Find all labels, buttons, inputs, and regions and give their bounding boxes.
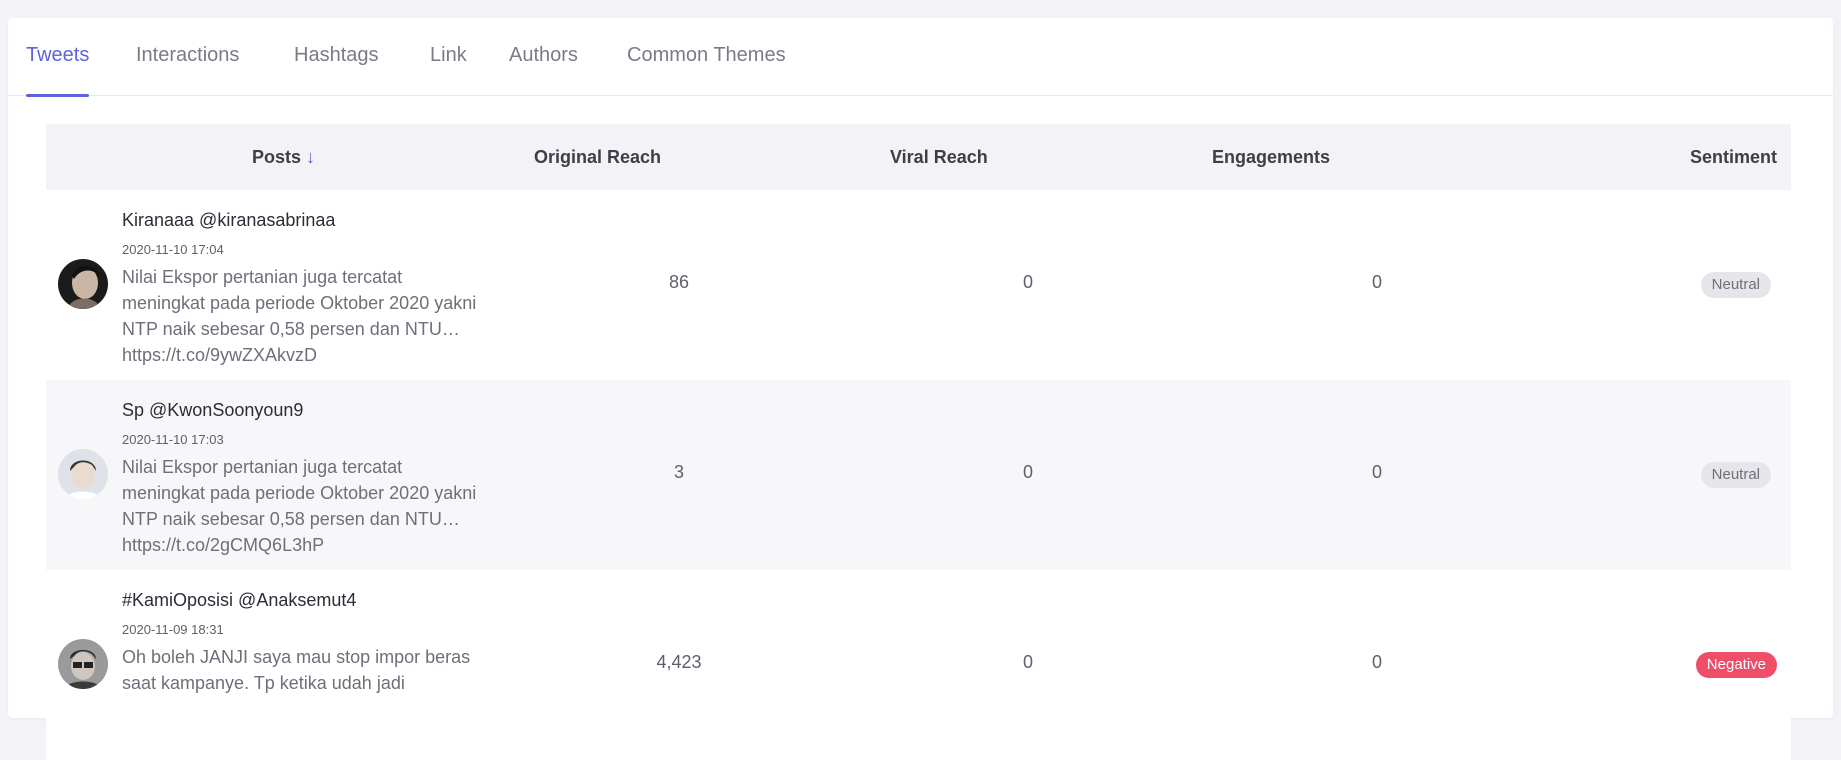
viral-reach-value: 0: [1022, 462, 1033, 482]
post-timestamp: 2020-11-10 17:03: [122, 432, 224, 447]
header-viral-reach[interactable]: Viral Reach: [890, 124, 988, 190]
post-timestamp: 2020-11-09 18:31: [122, 622, 224, 637]
engagements-value: 0: [1371, 272, 1382, 292]
tab-label: Link: [430, 44, 467, 66]
sentiment-badge: Neutral: [1700, 272, 1771, 298]
post-author[interactable]: #KamiOposisi @Anaksemut4: [122, 590, 356, 611]
table-row[interactable]: Kiranaaa @kiranasabrinaa 2020-11-10 17:0…: [46, 190, 1791, 380]
tab-tweets[interactable]: Tweets: [26, 44, 90, 97]
tab-label: Tweets: [26, 44, 90, 66]
header-engagements[interactable]: Engagements: [1212, 124, 1330, 190]
viral-reach-value: 0: [1022, 652, 1033, 672]
active-tab-indicator: [26, 94, 90, 97]
table-header: Posts ↓ Original Reach Viral Reach Engag…: [46, 124, 1791, 190]
post-text[interactable]: Oh boleh JANJI saya mau stop impor beras…: [122, 644, 482, 696]
post-text[interactable]: Nilai Ekspor pertanian juga tercatat men…: [122, 264, 482, 368]
sentiment-badge: Negative: [1695, 652, 1777, 678]
tab-bar: Tweets Interactions Hashtags Link Author…: [8, 18, 1833, 97]
header-posts[interactable]: Posts: [252, 124, 301, 190]
original-reach-value: 4,423: [656, 652, 702, 672]
tab-label: Interactions: [136, 44, 240, 66]
content-card: Tweets Interactions Hashtags Link Author…: [8, 18, 1833, 760]
post-text[interactable]: Nilai Ekspor pertanian juga tercatat men…: [122, 454, 482, 558]
post-timestamp: 2020-11-10 17:04: [122, 242, 224, 257]
avatar: [58, 639, 108, 689]
tab-label: Common Themes: [627, 44, 786, 66]
tab-link[interactable]: Link: [430, 44, 467, 95]
engagements-value: 0: [1371, 652, 1382, 672]
original-reach-value: 86: [668, 272, 690, 292]
avatar: [58, 259, 108, 309]
post-author[interactable]: Sp @KwonSoonyoun9: [122, 400, 303, 421]
tab-hashtags[interactable]: Hashtags: [294, 44, 379, 95]
tab-label: Authors: [509, 44, 578, 66]
header-original-reach[interactable]: Original Reach: [534, 124, 661, 190]
original-reach-value: 3: [673, 462, 684, 482]
tab-authors[interactable]: Authors: [509, 44, 578, 95]
tab-common-themes[interactable]: Common Themes: [627, 44, 786, 95]
arrow-down-icon[interactable]: ↓: [306, 124, 315, 190]
viral-reach-value: 0: [1022, 272, 1033, 292]
table-row[interactable]: #KamiOposisi @Anaksemut4 2020-11-09 18:3…: [46, 570, 1791, 760]
post-author[interactable]: Kiranaaa @kiranasabrinaa: [122, 210, 335, 231]
header-sentiment[interactable]: Sentiment: [1690, 124, 1777, 190]
avatar: [58, 449, 108, 499]
table-row[interactable]: Sp @KwonSoonyoun9 2020-11-10 17:03 Nilai…: [46, 380, 1791, 570]
tab-label: Hashtags: [294, 44, 379, 66]
tab-interactions[interactable]: Interactions: [136, 44, 239, 95]
sentiment-badge: Neutral: [1700, 462, 1771, 488]
engagements-value: 0: [1371, 462, 1382, 482]
tweets-table: Posts ↓ Original Reach Viral Reach Engag…: [46, 124, 1791, 760]
